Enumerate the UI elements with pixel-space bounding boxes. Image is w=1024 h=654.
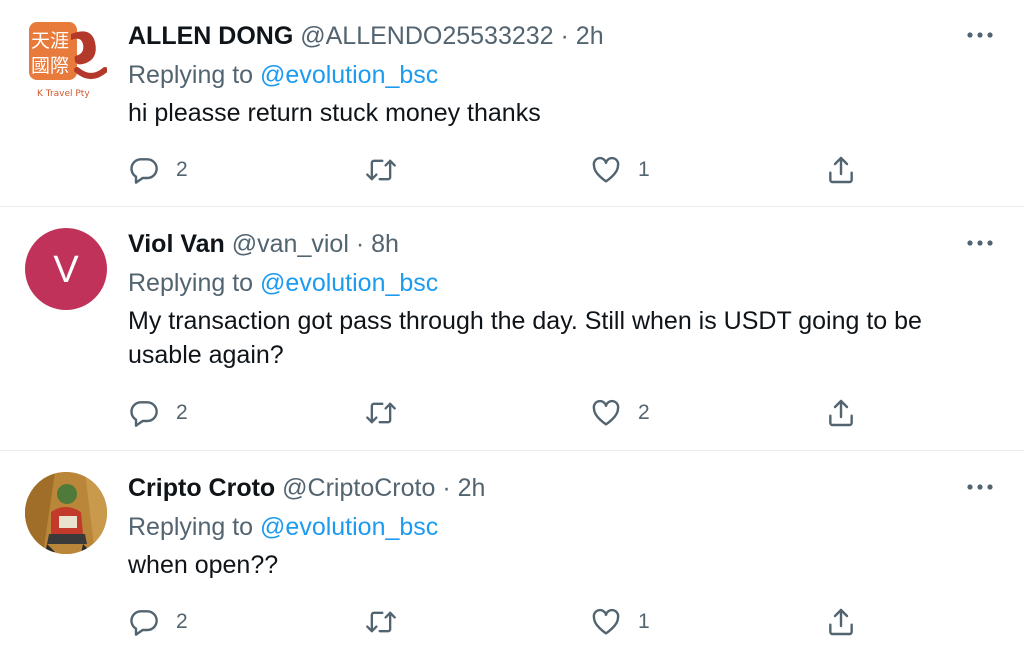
more-options-button[interactable] <box>964 472 996 502</box>
like-button[interactable]: 2 <box>590 395 650 431</box>
more-icon <box>967 484 993 490</box>
mention-link[interactable]: @evolution_bsc <box>260 269 438 297</box>
replying-to: Replying to @evolution_bsc <box>128 59 438 91</box>
timestamp[interactable]: 2h <box>458 474 486 502</box>
more-icon <box>967 240 993 246</box>
timestamp[interactable]: 2h <box>576 22 604 50</box>
reply-count: 2 <box>176 401 188 424</box>
logo-text: 天涯 <box>31 30 69 52</box>
retweet-button[interactable] <box>364 395 398 431</box>
tweet-text: My transaction got pass through the day.… <box>128 307 922 369</box>
user-handle[interactable]: @ALLENDO25533232 <box>300 22 553 50</box>
reply-button[interactable]: 2 <box>128 604 188 640</box>
tweet-text: when open?? <box>128 551 279 579</box>
retweet-icon <box>366 159 396 181</box>
share-button[interactable] <box>825 152 857 188</box>
heart-icon <box>592 399 620 426</box>
user-handle[interactable]: @van_viol <box>232 230 349 258</box>
retweet-icon <box>366 402 396 424</box>
retweet-button[interactable] <box>364 604 398 640</box>
reply-button[interactable]: 2 <box>128 152 188 188</box>
replying-label: Replying to <box>128 269 254 297</box>
avatar-letter: V <box>53 249 79 291</box>
more-icon <box>967 32 993 38</box>
svg-text:國際: 國際 <box>31 55 69 77</box>
separator-dot: · <box>560 22 569 50</box>
tweet-header: Cripto Croto @CriptoCroto · 2h <box>128 472 485 504</box>
tweet-header: ALLEN DONG @ALLENDO25533232 · 2h <box>128 20 604 52</box>
reply-count: 2 <box>176 158 188 181</box>
reply-tweet: Cripto Croto @CriptoCroto · 2h Replying … <box>0 452 1024 654</box>
reply-icon <box>130 401 158 427</box>
like-count: 1 <box>638 610 650 633</box>
retweet-icon <box>366 611 396 633</box>
avatar[interactable]: 天涯 國際 K Travel Pty <box>25 20 107 102</box>
retweet-button[interactable] <box>364 152 398 188</box>
mention-link[interactable]: @evolution_bsc <box>260 513 438 541</box>
display-name[interactable]: ALLEN DONG <box>128 22 293 50</box>
display-name[interactable]: Viol Van <box>128 230 225 258</box>
tweet-header: Viol Van @van_viol · 8h <box>128 228 399 260</box>
reply-count: 2 <box>176 610 188 633</box>
reply-icon <box>130 610 158 636</box>
heart-icon <box>592 608 620 635</box>
share-icon <box>829 608 853 636</box>
mention-link[interactable]: @evolution_bsc <box>260 61 438 89</box>
like-count: 2 <box>638 401 650 424</box>
avatar[interactable] <box>25 472 107 554</box>
more-options-button[interactable] <box>964 228 996 258</box>
like-button[interactable]: 1 <box>590 152 650 188</box>
heart-icon <box>592 156 620 183</box>
reply-icon <box>130 158 158 184</box>
action-bar: 2 1 <box>128 604 868 640</box>
separator-dot: · <box>355 230 365 258</box>
share-button[interactable] <box>825 395 857 431</box>
replying-to: Replying to @evolution_bsc <box>128 267 438 299</box>
display-name[interactable]: Cripto Croto <box>128 474 275 502</box>
user-handle[interactable]: @CriptoCroto <box>282 474 435 502</box>
separator-dot: · <box>442 474 451 502</box>
more-options-button[interactable] <box>964 20 996 50</box>
reply-button[interactable]: 2 <box>128 395 188 431</box>
avatar[interactable]: V <box>25 228 107 310</box>
replying-label: Replying to <box>128 513 254 541</box>
timestamp[interactable]: 8h <box>371 230 399 258</box>
reply-tweet: V Viol Van @van_viol · 8h Replying to @e… <box>0 208 1024 451</box>
action-bar: 2 2 <box>128 395 868 431</box>
action-bar: 2 1 <box>128 152 868 188</box>
reply-tweet: 天涯 國際 K Travel Pty ALLEN DONG @ALLENDO25… <box>0 0 1024 207</box>
tweet-text: hi pleasse return stuck money thanks <box>128 99 541 127</box>
svg-text:K Travel Pty: K Travel Pty <box>37 89 90 99</box>
like-count: 1 <box>638 158 650 181</box>
like-button[interactable]: 1 <box>590 604 650 640</box>
share-button[interactable] <box>825 604 857 640</box>
replying-label: Replying to <box>128 61 254 89</box>
share-icon <box>829 156 853 184</box>
share-icon <box>829 399 853 427</box>
replying-to: Replying to @evolution_bsc <box>128 511 438 543</box>
